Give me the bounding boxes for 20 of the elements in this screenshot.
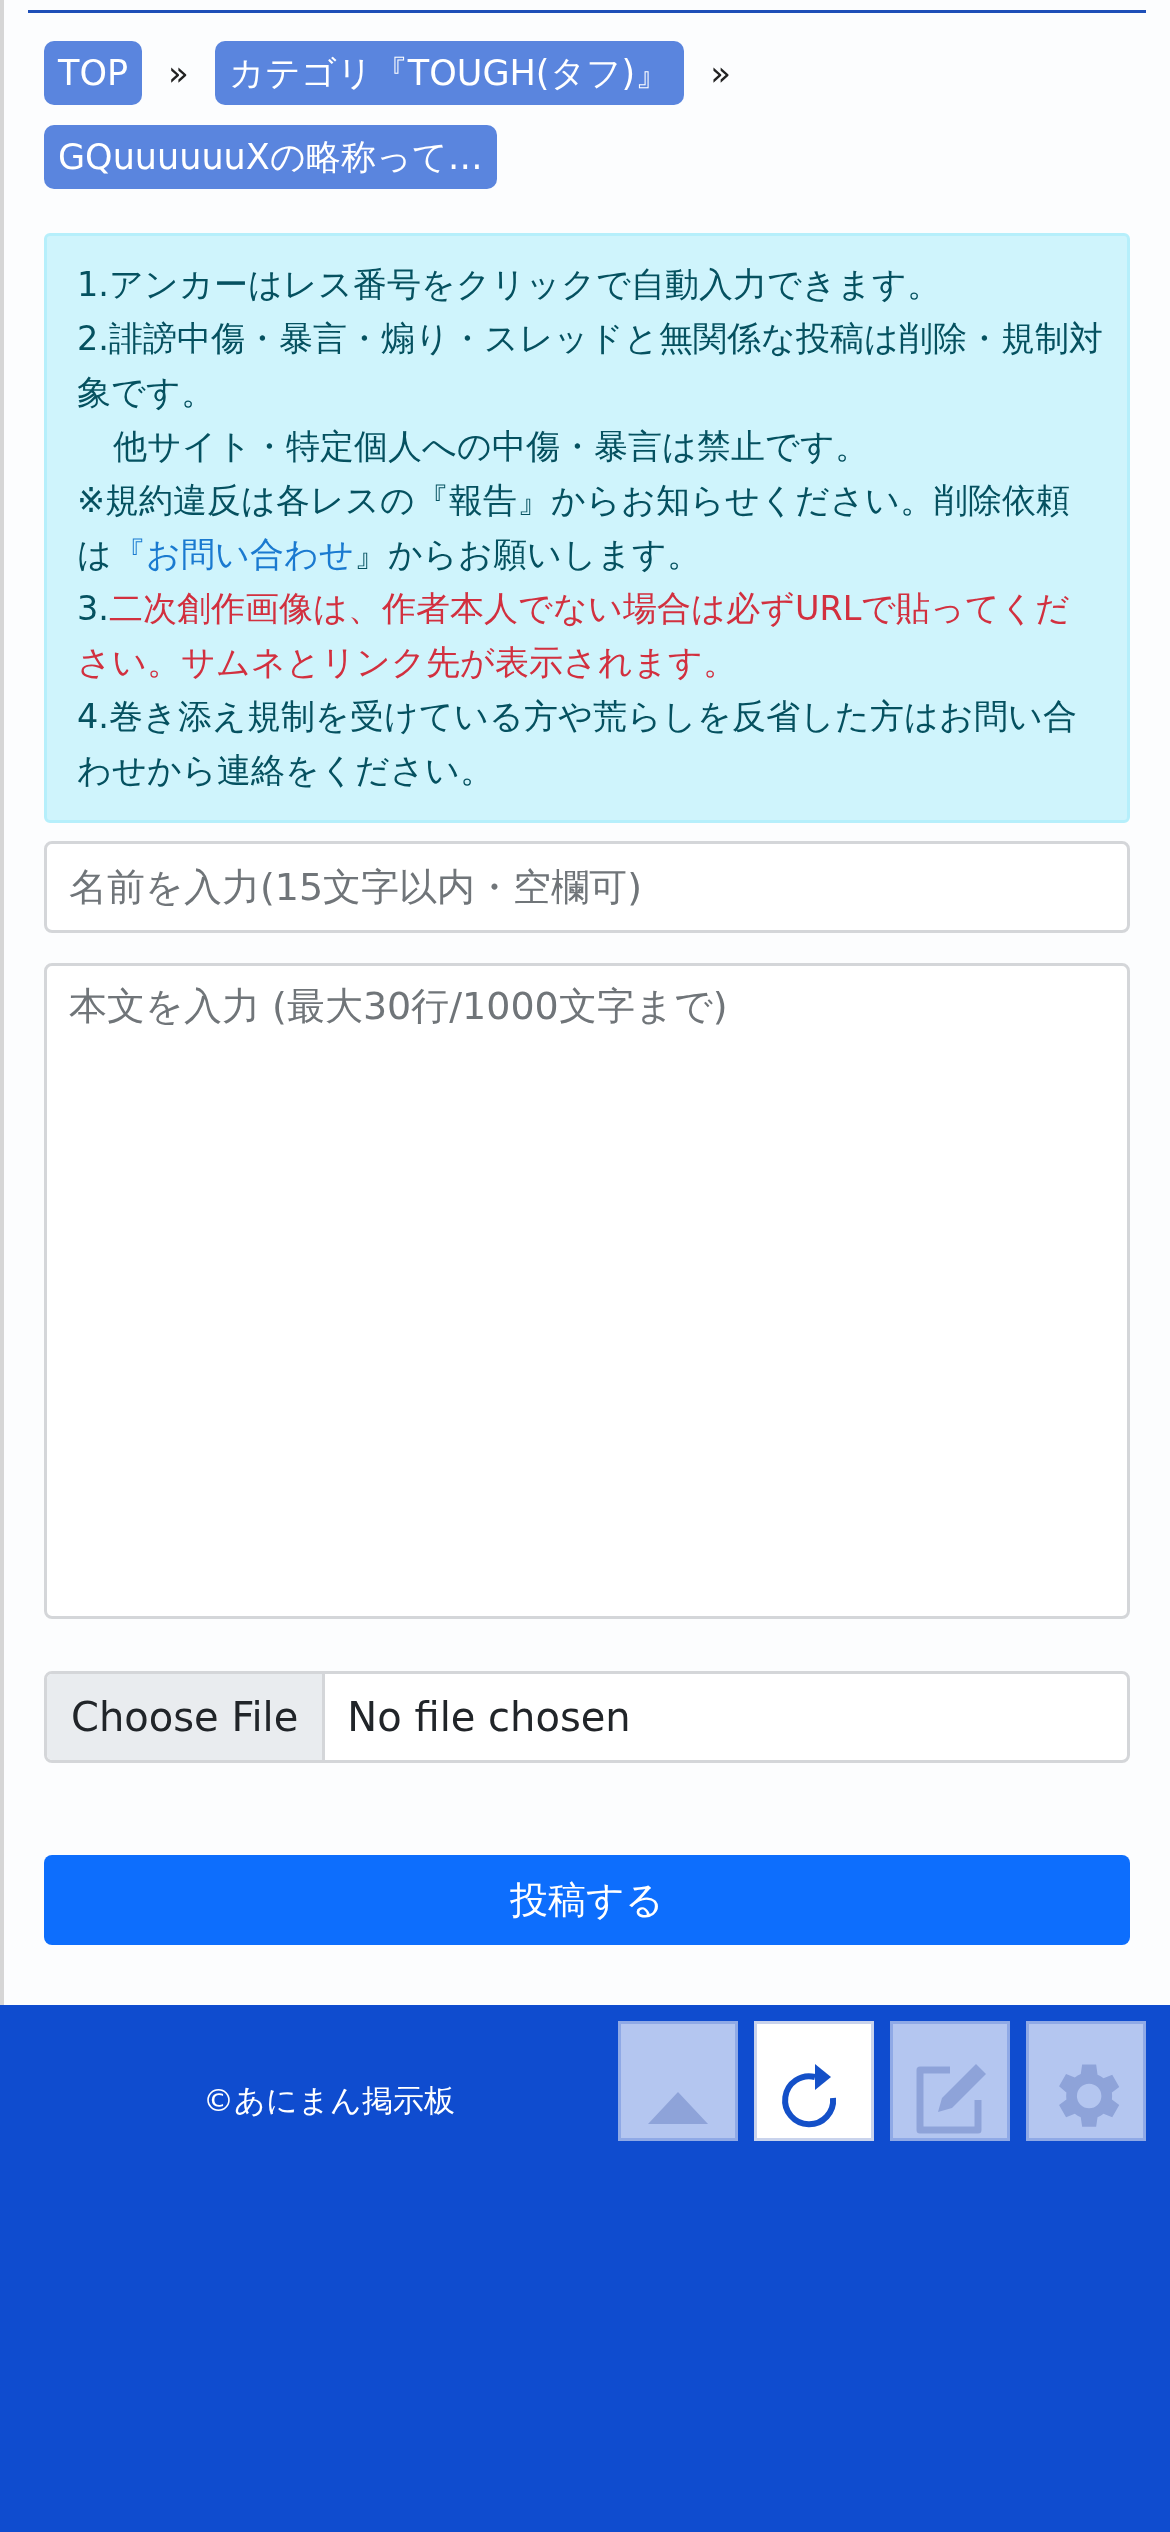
file-status: No file chosen	[346, 1693, 632, 1742]
breadcrumb-link[interactable]: カテゴリ『TOUGH(タフ)』	[214, 41, 685, 105]
breadcrumb-link[interactable]: TOP	[44, 41, 143, 105]
name-field[interactable]: 名前を入力(15文字以内・空欄可)	[44, 841, 1130, 933]
notice-text: 2.誹謗中傷・暴言・煽り・スレッドと無関係な投稿は削除・規制対象です。	[77, 318, 1103, 414]
notice-text: 4.巻き添え規制を受けている方や荒らしを反省した方はお問い合わせから連絡をください。	[77, 696, 1078, 792]
contact-link[interactable]: 『お問い合わせ	[112, 535, 354, 574]
reload-button[interactable]	[754, 2021, 874, 2141]
warning-text: 3.二次創作画像は、作者本人でない場合は必ずURLで貼ってください。サムネとリンク先が表示されます。	[77, 588, 1072, 684]
breadcrumb-separator: »	[709, 52, 732, 95]
submit-button[interactable]: 投稿する	[44, 1855, 1130, 1945]
choose-file-button[interactable]: Choose File	[47, 1674, 326, 1760]
notice-text: 他サイト・特定個人への中傷・暴言は禁止です。	[112, 426, 870, 468]
breadcrumb-separator: »	[167, 52, 190, 95]
notice-text: ※規約違反は各レスの『報告』からお知らせください。削除依頼は『お問い合わせ』からお願いします。	[77, 480, 1072, 576]
notice-text: 1.アンカーはレス番号をクリックで自動入力できます。	[77, 264, 942, 306]
body-field[interactable]: 本文を入力 (最大30行/1000文字まで)	[44, 963, 1130, 1619]
breadcrumb-link[interactable]: GQuuuuuuXの略称って…	[44, 125, 497, 189]
copyright-text: ©あにまん掲示板	[203, 2081, 455, 2120]
file-input[interactable]: Choose File No file chosen	[44, 1671, 1130, 1763]
